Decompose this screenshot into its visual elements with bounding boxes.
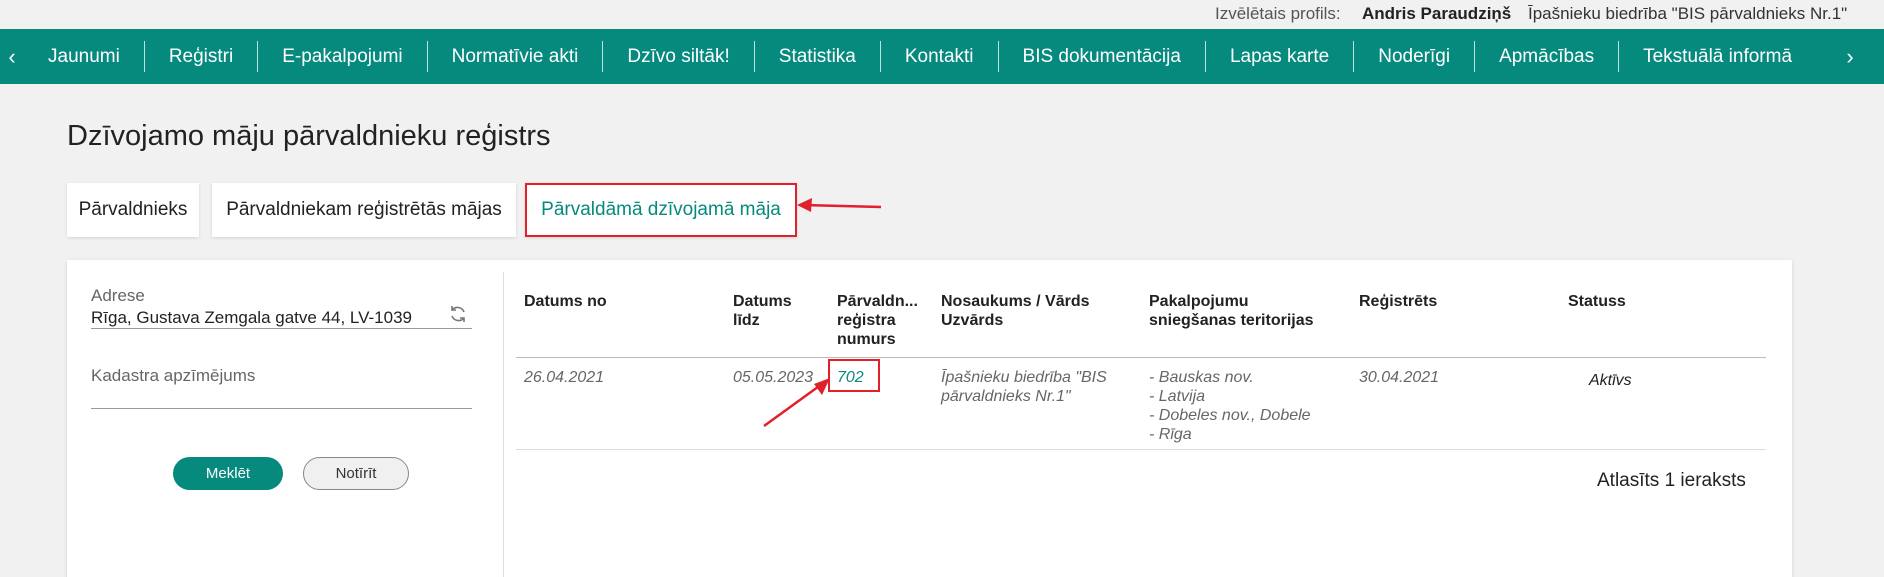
- tab-parvaldama-dzivojama-maja[interactable]: Pārvaldāmā dzīvojamā māja: [525, 183, 797, 237]
- nav-item-registri[interactable]: Reģistri: [145, 41, 259, 72]
- address-input[interactable]: Rīga, Gustava Zemgala gatve 44, LV-1039: [91, 308, 412, 328]
- nav-item-tekstuala-informacija[interactable]: Tekstuālā informā: [1619, 41, 1816, 72]
- cell-date-from: 26.04.2021: [524, 369, 605, 386]
- nav-item-lapas-karte[interactable]: Lapas karte: [1206, 41, 1355, 72]
- nav-item-normativie-akti[interactable]: Normatīvie akti: [428, 41, 604, 72]
- refresh-icon[interactable]: [448, 304, 468, 324]
- address-underline: [91, 328, 472, 329]
- clear-button[interactable]: Notīrīt: [303, 457, 409, 490]
- header-name-line1: Nosaukums / Vārds: [941, 293, 1090, 310]
- header-territories-line1: Pakalpojumu: [1149, 293, 1249, 310]
- cell-status: Aktīvs: [1589, 372, 1632, 389]
- nav-item-apmacibas[interactable]: Apmācības: [1475, 41, 1620, 72]
- nav-item-bis-dokumentacija[interactable]: BIS dokumentācija: [999, 41, 1206, 72]
- card-divider: [503, 272, 504, 577]
- header-reg-number[interactable]: Pārvaldn... reģistra numurs: [837, 292, 918, 349]
- row-divider: [516, 449, 1766, 450]
- header-territories-line2: sniegšanas teritorijas: [1149, 312, 1314, 329]
- territory-item: - Dobeles nov., Dobele: [1149, 407, 1311, 424]
- tab-parvaldnieks[interactable]: Pārvaldnieks: [67, 183, 199, 237]
- header-name-line2: Uzvārds: [941, 312, 1004, 329]
- cell-name-line2: pārvaldnieks Nr.1": [941, 388, 1071, 405]
- header-name[interactable]: Nosaukums / Vārds Uzvārds: [941, 292, 1090, 330]
- chevron-right-icon[interactable]: ›: [1838, 29, 1862, 84]
- territory-item: - Latvija: [1149, 388, 1206, 405]
- header-status[interactable]: Statuss: [1568, 292, 1626, 311]
- header-reg-number-line2: reģistra: [837, 312, 896, 329]
- annotation-arrow-reg-number: [763, 378, 830, 428]
- page-title: Dzīvojamo māju pārvaldnieku reģistrs: [67, 120, 551, 152]
- nav-item-dzivo-siltak[interactable]: Dzīvo siltāk!: [603, 41, 755, 72]
- profile-organization[interactable]: Īpašnieku biedrība "BIS pārvaldnieks Nr.…: [1528, 4, 1847, 24]
- profile-bar: Izvēlētais profils: Andris Paraudziņš Īp…: [0, 0, 1884, 29]
- territory-item: - Bauskas nov.: [1149, 369, 1254, 386]
- nav-item-noderigi[interactable]: Noderīgi: [1354, 41, 1476, 72]
- nav-item-statistika[interactable]: Statistika: [755, 41, 881, 72]
- results-card: Adrese Rīga, Gustava Zemgala gatve 44, L…: [67, 260, 1792, 577]
- cell-name: Īpašnieku biedrība "BIS pārvaldnieks Nr.…: [941, 368, 1107, 406]
- cell-territories: - Bauskas nov. - Latvija - Dobeles nov.,…: [1149, 368, 1311, 444]
- header-registered[interactable]: Reģistrēts: [1359, 292, 1437, 311]
- cadastre-label: Kadastra apzīmējums: [91, 366, 256, 385]
- nav-items: Jaunumi Reģistri E-pakalpojumi Normatīvi…: [24, 29, 1838, 84]
- main-nav: ‹ Jaunumi Reģistri E-pakalpojumi Normatī…: [0, 29, 1884, 84]
- header-date-to-line2: līdz: [733, 312, 760, 329]
- header-date-from[interactable]: Datums no: [524, 292, 607, 311]
- address-label: Adrese: [91, 286, 145, 305]
- header-reg-number-line3: numurs: [837, 331, 896, 348]
- header-divider: [516, 357, 1766, 358]
- profile-name[interactable]: Andris Paraudziņš: [1362, 4, 1511, 24]
- cadastre-underline: [91, 408, 472, 409]
- header-date-to-line1: Datums: [733, 293, 792, 310]
- header-territories[interactable]: Pakalpojumu sniegšanas teritorijas: [1149, 292, 1314, 330]
- cell-name-line1: Īpašnieku biedrība "BIS: [941, 369, 1107, 386]
- nav-item-kontakti[interactable]: Kontakti: [881, 41, 999, 72]
- annotation-highlight-reg-number: [828, 359, 880, 392]
- annotation-arrow-tab: [797, 198, 881, 212]
- tab-parvaldniekam-registretas-majas[interactable]: Pārvaldniekam reģistrētās mājas: [212, 183, 516, 237]
- territory-item: - Rīga: [1149, 426, 1192, 443]
- search-button[interactable]: Meklēt: [173, 457, 283, 490]
- nav-item-jaunumi[interactable]: Jaunumi: [24, 41, 145, 72]
- profile-label: Izvēlētais profils:: [1215, 4, 1341, 23]
- header-reg-number-line1: Pārvaldn...: [837, 293, 918, 310]
- nav-item-e-pakalpojumi[interactable]: E-pakalpojumi: [258, 41, 428, 72]
- header-date-to[interactable]: Datums līdz: [733, 292, 792, 330]
- chevron-left-icon[interactable]: ‹: [0, 29, 24, 84]
- cell-registered: 30.04.2021: [1359, 369, 1440, 386]
- result-count: Atlasīts 1 ieraksts: [1597, 470, 1746, 491]
